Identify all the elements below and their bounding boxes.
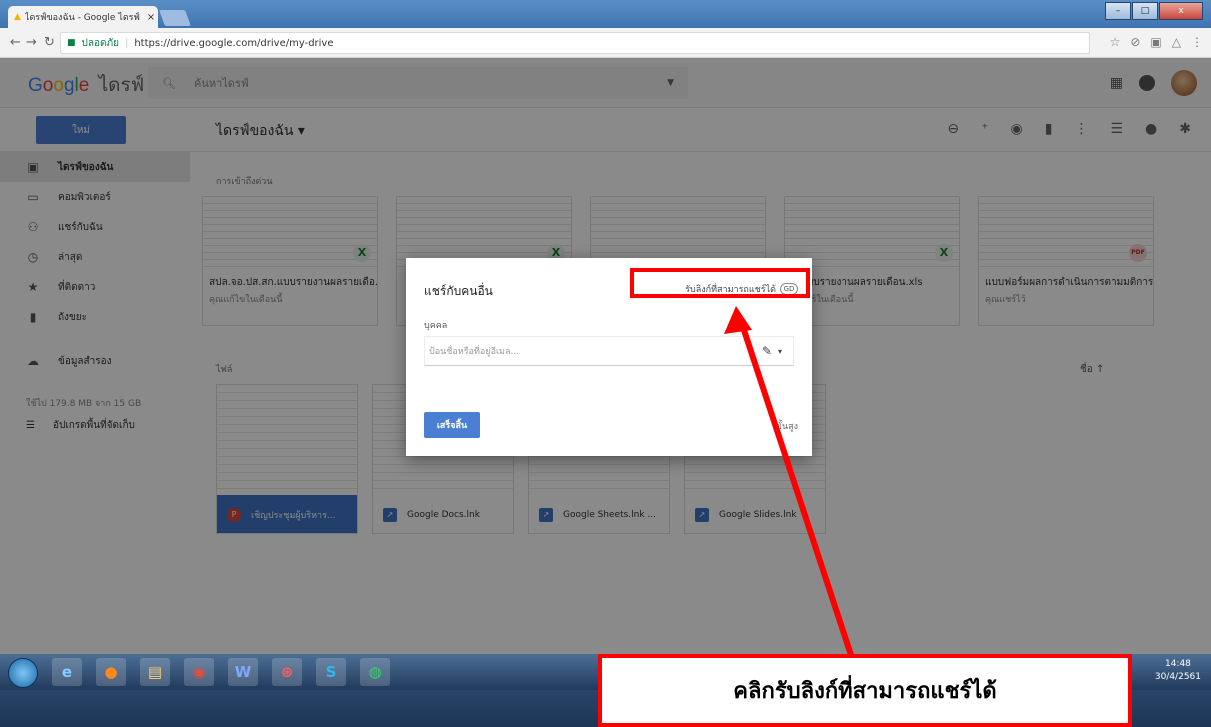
annotation-callout: คลิกรับลิงก์ที่สามารถแชร์ได้ (598, 654, 1132, 727)
bookmark-star-icon[interactable]: ☆ (1110, 35, 1121, 49)
back-icon[interactable]: ← (10, 35, 21, 50)
url-separator: | (124, 37, 129, 49)
firefox-icon[interactable]: ● (96, 658, 126, 686)
chevron-down-icon: ▾ (778, 346, 783, 356)
people-label: บุคคล (424, 321, 448, 331)
close-window-button[interactable]: x (1159, 2, 1203, 20)
drive-favicon-icon: ▲ (14, 12, 21, 22)
extension2-icon[interactable]: ▣ (1150, 35, 1161, 49)
explorer-icon[interactable]: ▤ (140, 658, 170, 686)
app-icon[interactable]: ⊛ (272, 658, 302, 686)
dialog-title: แชร์กับคนอื่น (424, 284, 493, 298)
url-input[interactable]: ■ ปลอดภัย | https://drive.google.com/dri… (60, 32, 1090, 54)
url-text: https://drive.google.com/drive/my-drive (134, 37, 334, 49)
system-clock[interactable]: 14:48 30/4/2561 (1155, 658, 1201, 684)
extension-icon[interactable]: ⊘ (1130, 35, 1140, 49)
skype-icon[interactable]: S (316, 658, 346, 686)
ie-icon[interactable]: e (52, 658, 82, 686)
line-icon[interactable]: ◍ (360, 658, 390, 686)
start-button[interactable] (8, 658, 38, 688)
maximize-button[interactable]: □ (1132, 2, 1158, 20)
minimize-button[interactable]: – (1105, 2, 1131, 20)
permission-dropdown[interactable]: ✎ ▾ (750, 336, 794, 366)
callout-text: คลิกรับลิงก์ที่สามารถแชร์ได้ (733, 679, 997, 704)
window-controls: – □ x (1105, 2, 1203, 20)
new-tab-button[interactable] (159, 10, 191, 26)
address-bar: ← → ↻ ■ ปลอดภัย | https://drive.google.c… (0, 28, 1211, 58)
done-button[interactable]: เสร็จสิ้น (424, 412, 480, 438)
word-icon[interactable]: W (228, 658, 258, 686)
lock-icon: ■ (67, 38, 76, 48)
pencil-icon: ✎ (761, 344, 773, 358)
input-placeholder: ป้อนชื่อหรือที่อยู่อีเมล... (429, 347, 520, 357)
address-bar-icons: ☆ ⊘ ▣ △ ⋮ (1110, 35, 1203, 49)
tab-close-icon[interactable]: × (144, 12, 158, 23)
menu-kebab-icon[interactable]: ⋮ (1191, 35, 1203, 49)
people-input[interactable]: ป้อนชื่อหรือที่อยู่อีเมล... (424, 336, 750, 366)
tab-title: ไดรฟ์ของฉัน - Google ไดรฟ์ (24, 13, 140, 23)
annotation-highlight-box (630, 268, 810, 298)
extension3-icon[interactable]: △ (1172, 35, 1181, 49)
secure-label: ปลอดภัย (81, 37, 119, 49)
advanced-link[interactable]: ขั้นสูง (776, 419, 798, 433)
forward-icon[interactable]: → (26, 35, 37, 50)
browser-titlebar: ▲ ไดรฟ์ของฉัน - Google ไดรฟ์ × – □ x (0, 0, 1211, 28)
reload-icon[interactable]: ↻ (44, 35, 55, 50)
chrome-icon[interactable]: ◉ (184, 658, 214, 686)
browser-tab[interactable]: ▲ ไดรฟ์ของฉัน - Google ไดรฟ์ × (8, 6, 158, 28)
screen: ▲ ไดรฟ์ของฉัน - Google ไดรฟ์ × – □ x ← →… (0, 0, 1211, 727)
